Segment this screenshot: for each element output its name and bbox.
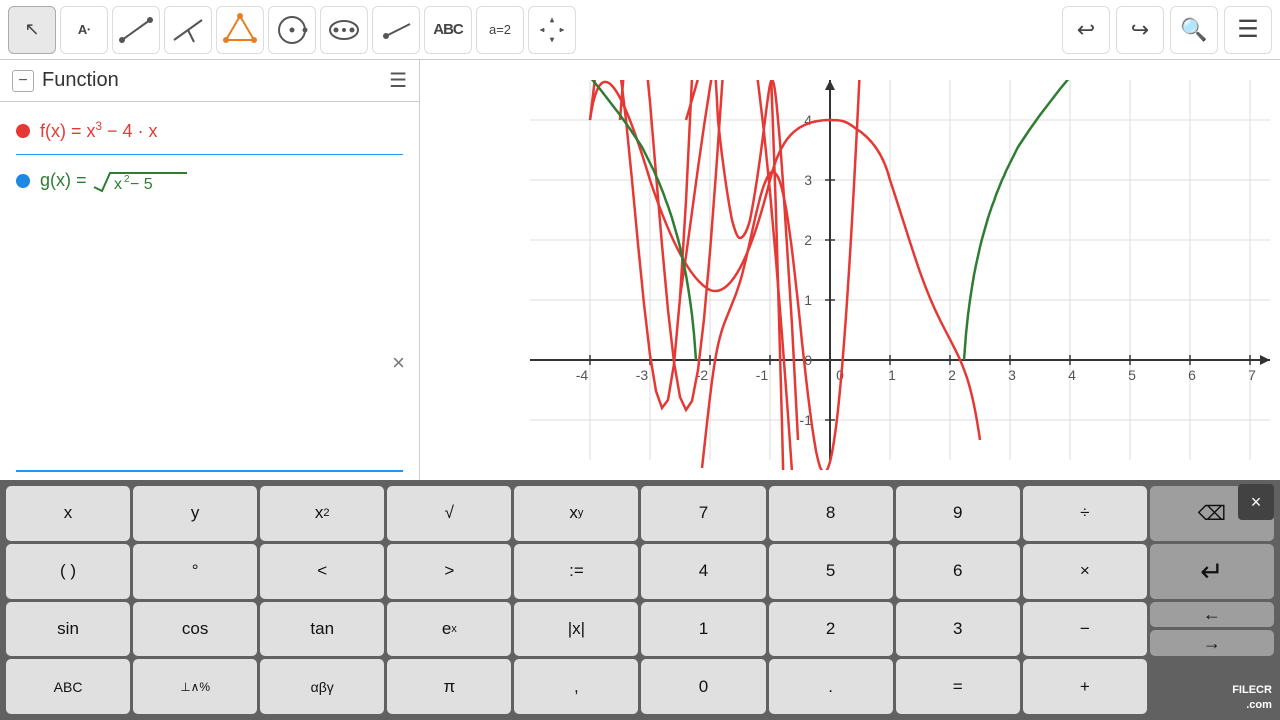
top-toolbar: ↖ A• ABC a=2 ↩ ↪ 🔍 ☰ <box>0 0 1280 60</box>
key-plus[interactable]: + <box>1023 659 1147 714</box>
svg-text:-1: -1 <box>756 367 769 383</box>
select-tool-button[interactable]: ↖ <box>8 6 56 54</box>
svg-text:-3: -3 <box>636 367 649 383</box>
function-text-2: g(x) = x 2 − 5 <box>40 167 192 195</box>
key-less-than[interactable]: < <box>260 544 384 599</box>
ellipse-tool-button[interactable] <box>320 6 368 54</box>
key-7[interactable]: 7 <box>641 486 765 541</box>
key-sin[interactable]: sin <box>6 602 130 657</box>
circle-tool-button[interactable] <box>268 6 316 54</box>
keyboard: × x y x2 √ xy 7 8 9 ÷ ⌫ ( ) ° < > := 4 5… <box>0 480 1280 720</box>
key-degree[interactable]: ° <box>133 544 257 599</box>
key-x-power-y[interactable]: xy <box>514 486 638 541</box>
key-comma[interactable]: , <box>514 659 638 714</box>
perpendicular-tool-button[interactable] <box>164 6 212 54</box>
filecr-watermark: FILECR.com <box>1150 659 1274 714</box>
sidebar: − Function ☰ f(x) = x3 − 4 · x g(x) = <box>0 60 420 480</box>
keyboard-row-4: ABC ⊥∧% αβγ π , 0 . = + FILECR.com <box>6 659 1274 714</box>
key-6[interactable]: 6 <box>896 544 1020 599</box>
input-area <box>16 444 403 472</box>
sidebar-header: − Function ☰ <box>0 60 419 102</box>
key-minus[interactable]: − <box>1023 602 1147 657</box>
graph-area[interactable]: ⌂ ↻ ⚙ ⋮ <box>420 60 1280 480</box>
key-multiply[interactable]: × <box>1023 544 1147 599</box>
key-9[interactable]: 9 <box>896 486 1020 541</box>
function-separator <box>16 154 403 155</box>
key-abc[interactable]: ABC <box>6 659 130 714</box>
key-0[interactable]: 0 <box>641 659 765 714</box>
text-tool-button[interactable]: ABC <box>424 6 472 54</box>
key-enter[interactable]: ↵ <box>1150 544 1274 599</box>
svg-text:x: x <box>114 176 122 193</box>
key-greater-than[interactable]: > <box>387 544 511 599</box>
slider-tool-button[interactable]: a=2 <box>476 6 524 54</box>
input-close-button[interactable]: × <box>392 350 405 376</box>
sidebar-title: Function <box>42 69 119 92</box>
keyboard-close-button[interactable]: × <box>1238 484 1274 520</box>
key-x[interactable]: x <box>6 486 130 541</box>
key-5[interactable]: 5 <box>769 544 893 599</box>
key-special[interactable]: ⊥∧% <box>133 659 257 714</box>
key-8[interactable]: 8 <box>769 486 893 541</box>
key-greek[interactable]: αβγ <box>260 659 384 714</box>
menu-button[interactable]: ☰ <box>1224 6 1272 54</box>
undo-button[interactable]: ↩ <box>1062 6 1110 54</box>
list-view-icon[interactable]: ☰ <box>389 68 407 93</box>
keyboard-row-2: ( ) ° < > := 4 5 6 × ↵ <box>6 544 1274 599</box>
svg-text:4: 4 <box>1068 367 1076 383</box>
key-x-squared[interactable]: x2 <box>260 486 384 541</box>
svg-text:7: 7 <box>1248 367 1256 383</box>
key-1[interactable]: 1 <box>641 602 765 657</box>
keyboard-row-1: x y x2 √ xy 7 8 9 ÷ ⌫ <box>6 486 1274 541</box>
function-input[interactable] <box>16 444 403 472</box>
key-define[interactable]: := <box>514 544 638 599</box>
key-divide[interactable]: ÷ <box>1023 486 1147 541</box>
svg-text:3: 3 <box>804 172 812 188</box>
redo-button[interactable]: ↪ <box>1116 6 1164 54</box>
svg-text:− 5: − 5 <box>130 176 153 193</box>
polygon-tool-button[interactable] <box>216 6 264 54</box>
main-content: − Function ☰ f(x) = x3 − 4 · x g(x) = <box>0 60 1280 480</box>
key-2[interactable]: 2 <box>769 602 893 657</box>
graph-svg: -4 -3 -2 -1 0 1 2 3 4 5 6 7 -1 0 1 2 3 4 <box>420 60 1280 480</box>
key-arrow-right[interactable]: → <box>1150 630 1274 656</box>
svg-text:6: 6 <box>1188 367 1196 383</box>
svg-text:1: 1 <box>888 367 896 383</box>
search-button[interactable]: 🔍 <box>1170 6 1218 54</box>
key-parentheses[interactable]: ( ) <box>6 544 130 599</box>
svg-text:-4: -4 <box>576 367 589 383</box>
key-4[interactable]: 4 <box>641 544 765 599</box>
key-3[interactable]: 3 <box>896 602 1020 657</box>
line-tool-button[interactable] <box>112 6 160 54</box>
point-tool-button[interactable]: A• <box>60 6 108 54</box>
collapse-button[interactable]: − <box>12 70 34 92</box>
key-tan[interactable]: tan <box>260 602 384 657</box>
svg-text:2: 2 <box>948 367 956 383</box>
key-dot[interactable]: . <box>769 659 893 714</box>
function-item-1[interactable]: f(x) = x3 − 4 · x <box>0 112 419 150</box>
key-cos[interactable]: cos <box>133 602 257 657</box>
key-equals[interactable]: = <box>896 659 1020 714</box>
svg-text:3: 3 <box>1008 367 1016 383</box>
function-dot-1 <box>16 124 30 138</box>
function-list: f(x) = x3 − 4 · x g(x) = x 2 <box>0 102 419 213</box>
function-text-1: f(x) = x3 − 4 · x <box>40 120 158 142</box>
keyboard-row-3: sin cos tan ex |x| 1 2 3 − ← → <box>6 602 1274 657</box>
svg-text:1: 1 <box>804 292 812 308</box>
key-exp[interactable]: ex <box>387 602 511 657</box>
key-y[interactable]: y <box>133 486 257 541</box>
function-item-2[interactable]: g(x) = x 2 − 5 <box>0 159 419 203</box>
move-tool-button[interactable] <box>528 6 576 54</box>
key-pi[interactable]: π <box>387 659 511 714</box>
key-abs[interactable]: |x| <box>514 602 638 657</box>
svg-text:2: 2 <box>804 232 812 248</box>
watermark-text: FILECR.com <box>1232 683 1272 712</box>
svg-text:5: 5 <box>1128 367 1136 383</box>
ray-tool-button[interactable] <box>372 6 420 54</box>
arrow-keys-group: ← → <box>1150 602 1274 657</box>
key-sqrt[interactable]: √ <box>387 486 511 541</box>
key-arrow-left[interactable]: ← <box>1150 602 1274 628</box>
function-dot-2 <box>16 174 30 188</box>
